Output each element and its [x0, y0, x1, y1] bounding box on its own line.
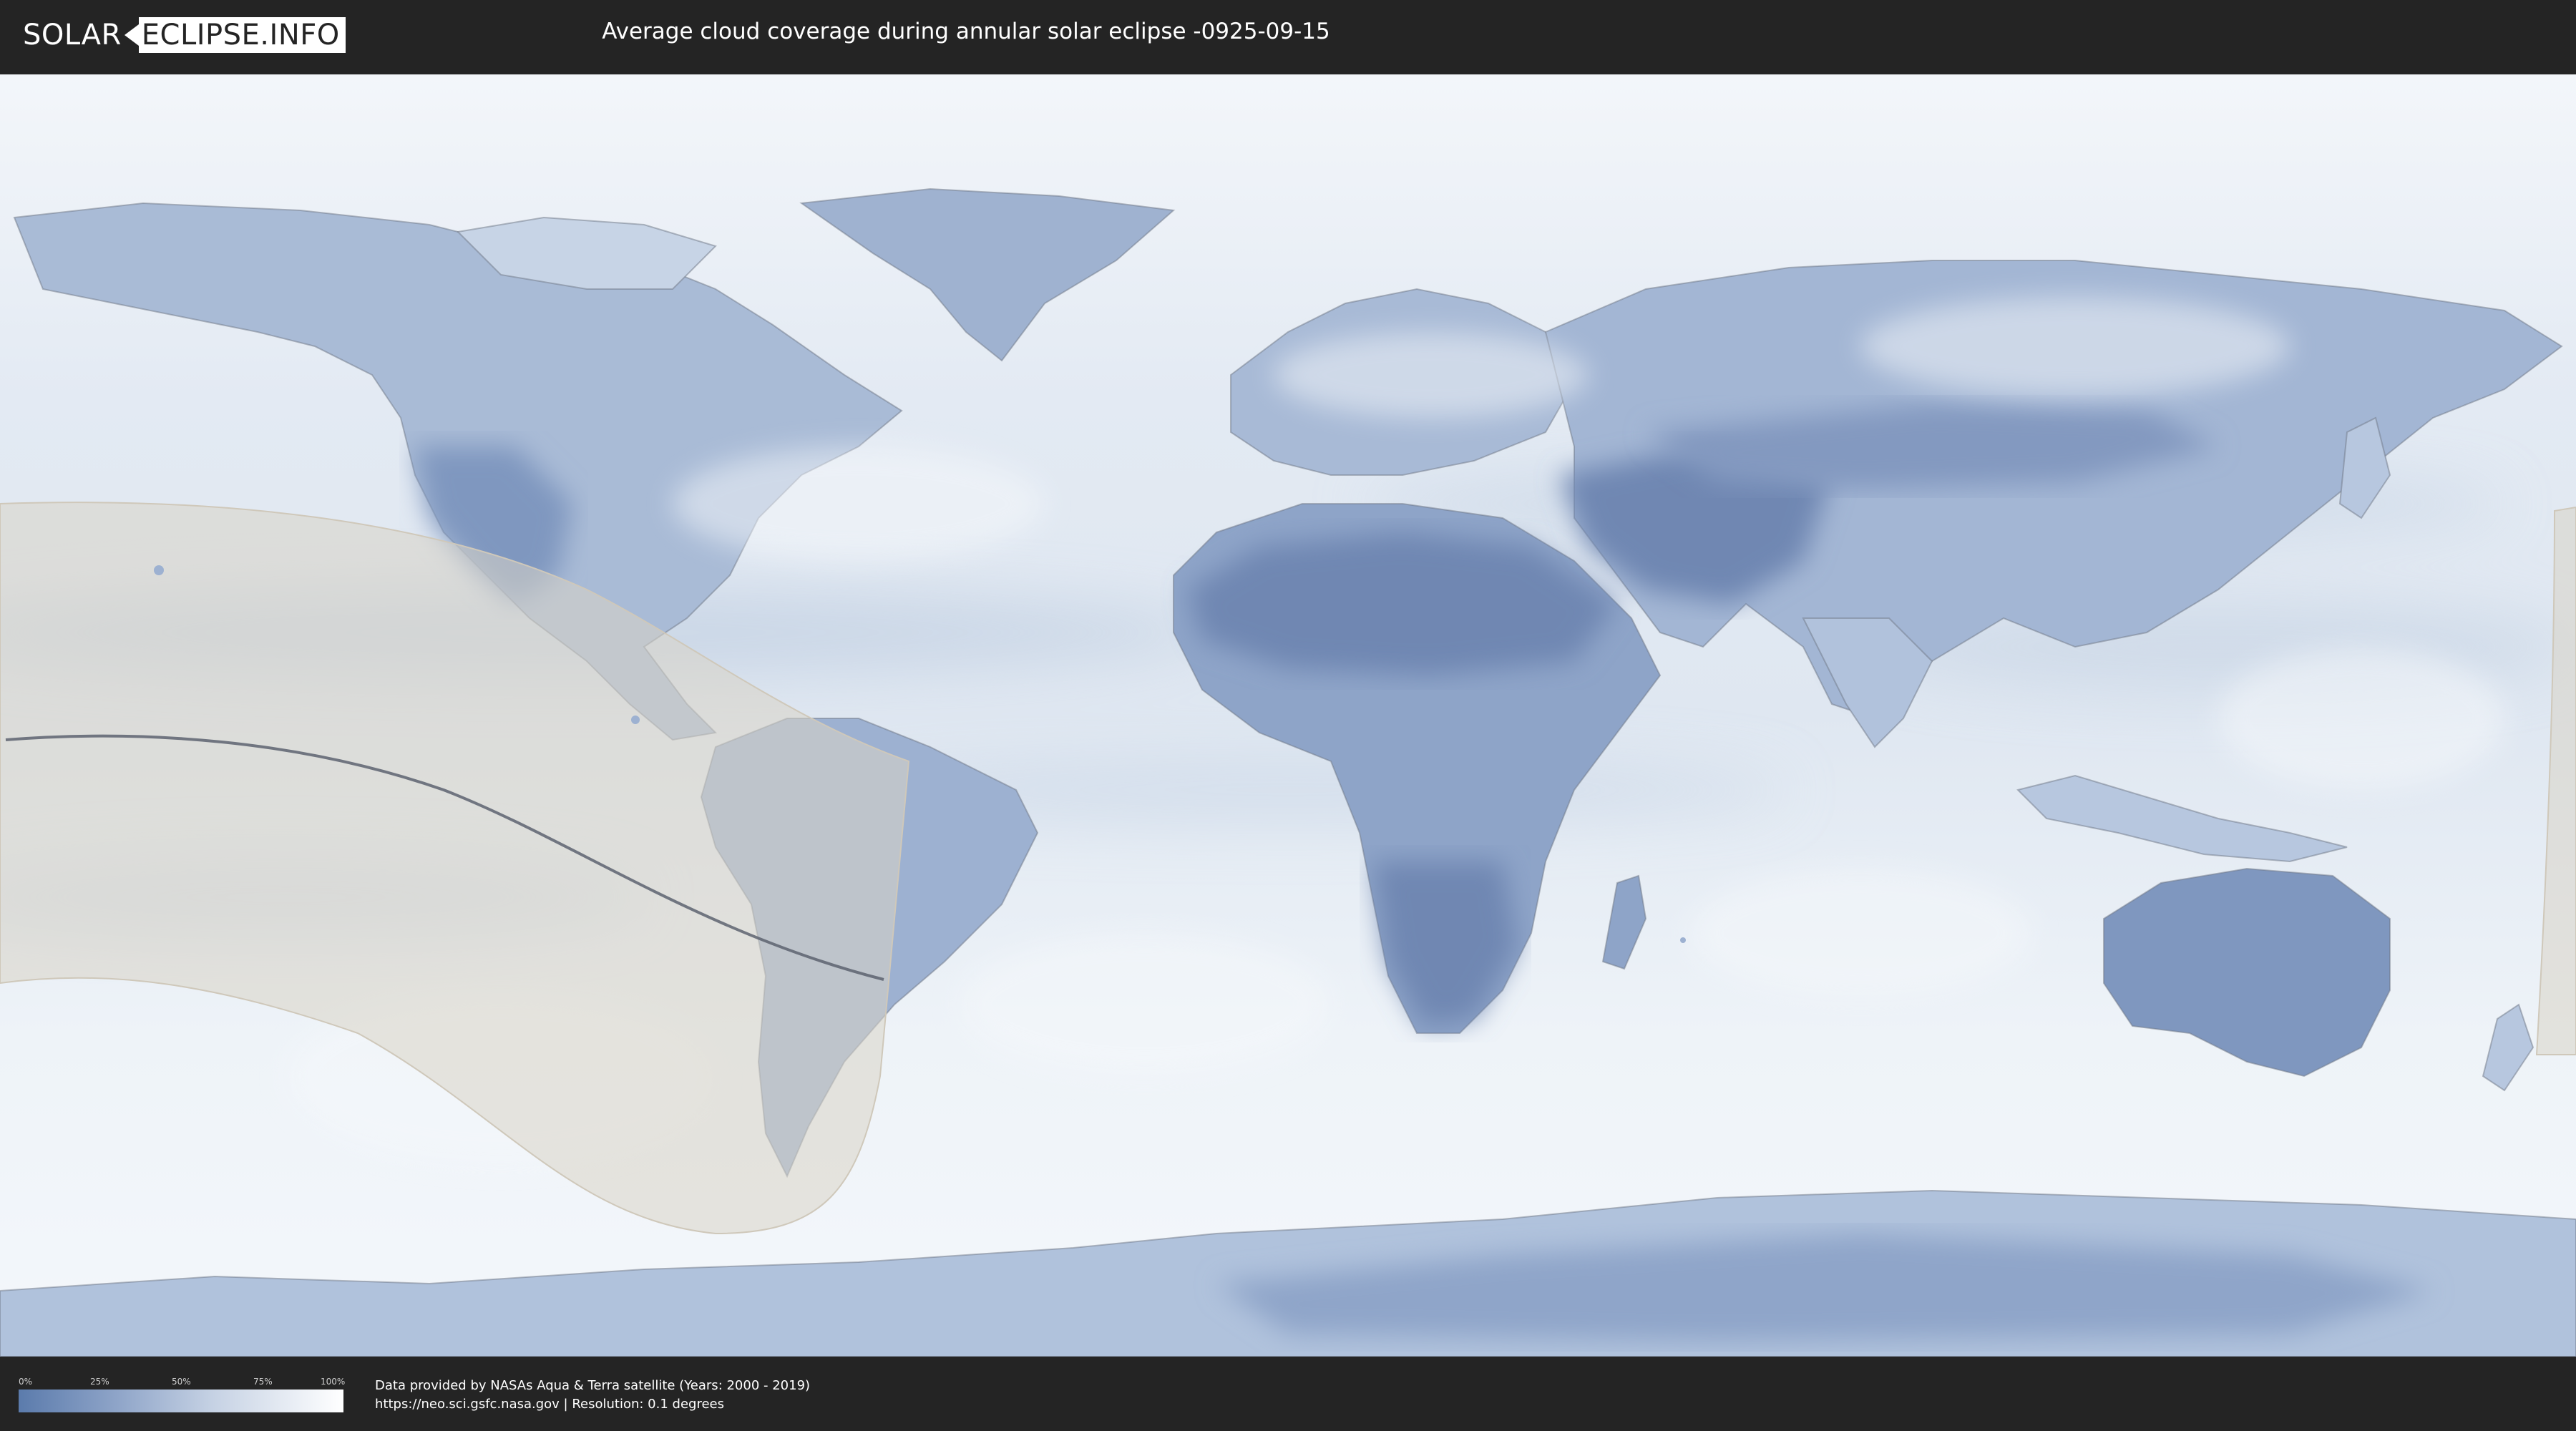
legend-gradient-bar [19, 1390, 343, 1412]
data-credits: Data provided by NASAs Aqua & Terra sate… [375, 1377, 810, 1414]
legend-tick-50: 50% [172, 1377, 191, 1387]
legend-tick-75: 75% [253, 1377, 273, 1387]
world-map-svg [0, 74, 2576, 1357]
legend-ticks: 0% 25% 50% 75% 100% [19, 1377, 346, 1390]
legend-tick-100: 100% [321, 1377, 346, 1387]
cloud-coverage-map[interactable] [0, 74, 2576, 1357]
page-title: Average cloud coverage during annular so… [602, 19, 1330, 44]
cloud-coverage-legend: 0% 25% 50% 75% 100% [19, 1377, 346, 1412]
header-bar: SOLAR ECLIPSE.INFO Average cloud coverag… [0, 0, 2576, 72]
credit-line-2: https://neo.sci.gsfc.nasa.gov | Resoluti… [375, 1397, 724, 1412]
legend-tick-25: 25% [90, 1377, 109, 1387]
credit-line-1: Data provided by NASAs Aqua & Terra sate… [375, 1378, 811, 1393]
footer-bar: 0% 25% 50% 75% 100% Data provided by NAS… [0, 1358, 2576, 1431]
legend-tick-0: 0% [19, 1377, 33, 1387]
